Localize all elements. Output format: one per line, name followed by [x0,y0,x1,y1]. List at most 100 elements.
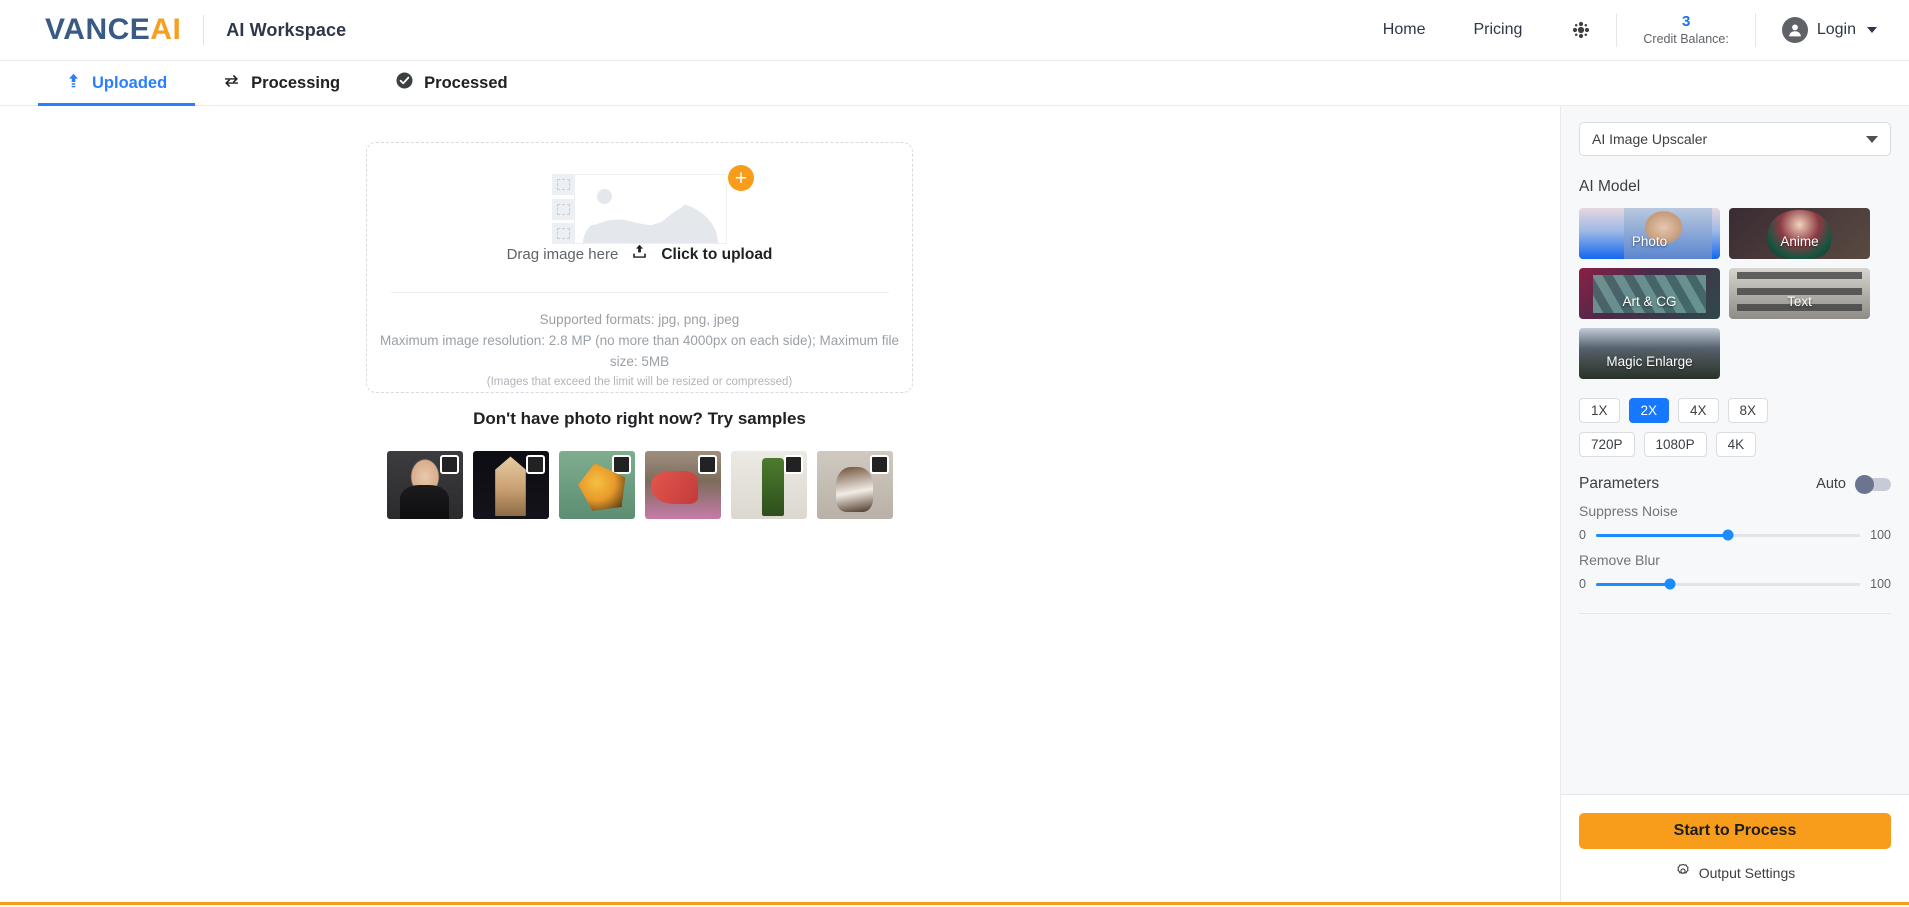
scale-720p[interactable]: 720P [1579,432,1635,457]
slider-max: 100 [1870,577,1891,591]
slider-min: 0 [1579,528,1586,542]
scale-8x[interactable]: 8X [1727,398,1769,423]
sidebar-divider [1579,613,1891,614]
sample-butterfly[interactable] [558,451,635,519]
gear-icon [1675,863,1691,882]
scale-4x[interactable]: 4X [1678,398,1719,423]
nav-home[interactable]: Home [1359,21,1450,39]
slider-thumb[interactable] [1664,578,1676,590]
model-card-magic-enlarge[interactable]: Magic Enlarge [1579,328,1720,379]
scale-1x[interactable]: 1X [1579,398,1620,423]
slider-row: 0 100 [1579,528,1891,542]
tool-select-value: AI Image Upscaler [1592,131,1708,147]
workspace-body: + Drag image here Click to upload Suppor… [0,106,1909,902]
model-card-text[interactable]: Text [1729,268,1870,319]
parameters-title: Parameters [1579,475,1660,492]
samples-section: Don't have photo right now? Try samples [366,409,913,519]
slider-remove-blur: Remove Blur 0 100 [1579,552,1891,591]
slider-row: 0 100 [1579,577,1891,591]
sidebar-actions: Start to Process Output Settings [1561,794,1909,902]
scale-multiplier-row: 1X 2X 4X 8X [1579,398,1891,423]
sample-dog[interactable] [816,451,893,519]
sample-checkbox[interactable] [611,455,631,474]
model-card-anime[interactable]: Anime [1729,208,1870,259]
dropzone-divider [390,292,889,293]
start-to-process-button[interactable]: Start to Process [1579,813,1891,849]
model-card-photo[interactable]: Photo [1579,208,1720,259]
refresh-icon [223,73,240,94]
dropzone-actions: Drag image here Click to upload [506,244,772,265]
header-right: Home Pricing 3 Credit Balance: Login [1359,0,1909,60]
user-avatar-icon [1781,17,1808,43]
upload-icon [66,73,81,94]
chevron-down-icon [1866,135,1878,143]
dropzone-notes: Supported formats: jpg, png, jpeg Maximu… [367,309,912,392]
slider-thumb[interactable] [1722,529,1734,541]
tab-processed[interactable]: Processed [368,61,535,105]
tool-select[interactable]: AI Image Upscaler [1579,122,1891,156]
placeholder-photo-icon [574,174,727,244]
credit-balance[interactable]: 3 Credit Balance: [1617,13,1754,47]
resize-note: (Images that exceed the limit will be re… [486,376,793,388]
scale-2x[interactable]: 2X [1628,398,1670,423]
sample-checkbox[interactable] [783,455,803,474]
supported-formats-note: Supported formats: jpg, png, jpeg [539,312,740,327]
tab-processed-label: Processed [424,73,508,92]
scale-1080p[interactable]: 1080P [1643,432,1707,457]
tool-sidebar: AI Image Upscaler AI Model Photo Anime A… [1560,106,1909,902]
login-button[interactable]: Login [1756,17,1909,43]
ai-model-label: AI Model [1579,178,1641,195]
slider-fill [1595,582,1670,586]
sample-clock-tower[interactable] [472,451,549,519]
slider-min: 0 [1579,577,1586,591]
samples-list [366,451,913,519]
brand[interactable]: VANCEAI AI Workspace [45,13,346,47]
nav-pricing[interactable]: Pricing [1449,21,1546,39]
main-panel: + Drag image here Click to upload Suppor… [0,106,1560,902]
model-label: Magic Enlarge [1606,354,1693,369]
sample-checkbox[interactable] [697,455,717,474]
app-footer: Copyright © 2024 VanceAI Technology. All… [0,902,1909,907]
parameters-header: Parameters Auto [1579,474,1891,494]
credit-label: Credit Balance: [1643,31,1729,46]
model-label: Photo [1631,234,1668,249]
slider-track[interactable] [1595,578,1861,590]
app-header: VANCEAI AI Workspace Home Pricing 3 Cred… [0,0,1909,61]
filmstrip-icon [552,174,574,244]
tab-uploaded[interactable]: Uploaded [38,61,196,106]
toggle-knob [1855,474,1874,494]
model-card-art-and-cg[interactable]: Art & CG [1579,268,1720,319]
model-label: Art & CG [1622,294,1677,309]
tab-processing[interactable]: Processing [195,61,368,105]
upload-dropzone[interactable]: + Drag image here Click to upload Suppor… [366,142,913,393]
logo-vance-text: VANCE [45,13,151,46]
check-circle-icon [396,72,413,94]
slider-max: 100 [1870,528,1891,542]
output-settings-button[interactable]: Output Settings [1579,863,1891,882]
click-to-upload-button[interactable]: Click to upload [661,246,772,264]
scale-4k[interactable]: 4K [1715,432,1757,457]
chevron-down-icon [1867,27,1877,33]
model-label: Text [1787,294,1812,309]
logo-ai-text: AI [150,13,182,46]
auto-toggle[interactable] [1855,474,1891,494]
scale-options: 1X 2X 4X 8X 720P 1080P 4K [1579,398,1891,457]
sample-checkbox[interactable] [439,455,459,474]
sample-checkbox[interactable] [869,455,889,474]
credit-value: 3 [1681,12,1691,30]
add-image-button[interactable]: + [728,165,754,191]
slider-fill [1595,533,1729,537]
login-label: Login [1816,21,1856,38]
sample-green-bottle[interactable] [730,451,807,519]
slider-track[interactable] [1595,529,1861,541]
slider-label: Suppress Noise [1579,503,1678,519]
auto-label: Auto [1816,476,1846,492]
workspace-title: AI Workspace [226,19,347,40]
sample-yoga[interactable] [644,451,721,519]
sample-checkbox[interactable] [525,455,545,474]
apps-grid-icon[interactable] [1560,9,1602,51]
drag-image-label: Drag image here [506,246,619,264]
status-tabs: Uploaded Processing Processed [0,61,1909,106]
auto-toggle-wrap: Auto [1816,474,1891,494]
sample-portrait-woman[interactable] [386,451,463,519]
